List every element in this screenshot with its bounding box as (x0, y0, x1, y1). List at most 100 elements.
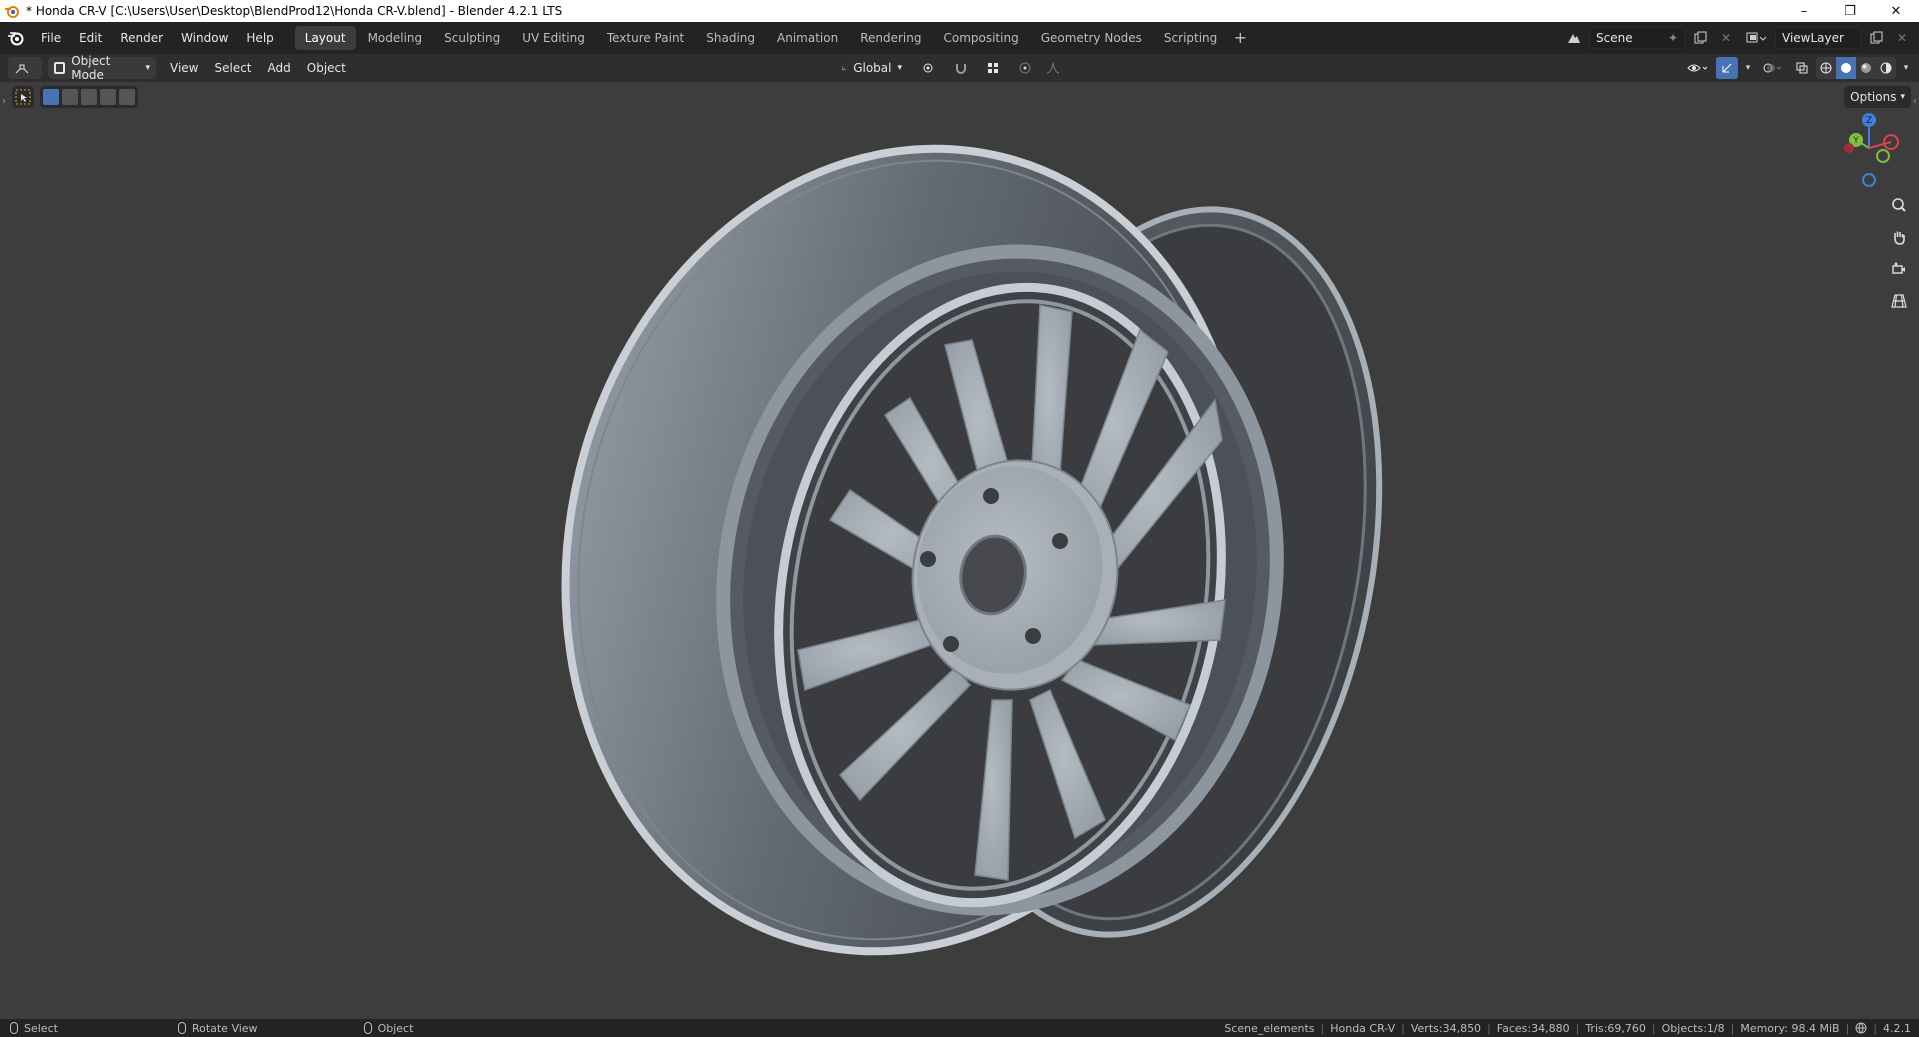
tab-texture-paint[interactable]: Texture Paint (597, 26, 694, 50)
perspective-toggle-icon[interactable] (1886, 288, 1912, 314)
neg-y-axis-handle[interactable] (1876, 149, 1890, 163)
tab-uv-editing[interactable]: UV Editing (512, 26, 595, 50)
new-view-layer-icon[interactable] (1865, 27, 1887, 49)
chevron-down-icon[interactable]: ▾ (1899, 57, 1913, 79)
wheel-rim-model[interactable] (0, 82, 1919, 1019)
snap-toggle-icon[interactable] (950, 57, 972, 79)
new-scene-icon[interactable] (1689, 27, 1711, 49)
chevron-down-icon: ▾ (897, 63, 902, 73)
transform-orientation-dropdown[interactable]: Global ▾ (836, 57, 908, 79)
stat-version: 4.2.1 (1883, 1021, 1911, 1035)
viewport-menu-add[interactable]: Add (260, 57, 299, 79)
rendered-shading-icon[interactable] (1876, 57, 1896, 79)
menu-help[interactable]: Help (237, 25, 282, 51)
proportional-falloff-icon[interactable] (1042, 57, 1064, 79)
stat-object: Honda CR-V (1330, 1021, 1396, 1035)
workspace-tabs: Layout Modeling Sculpting UV Editing Tex… (294, 26, 1252, 50)
tab-geometry-nodes[interactable]: Geometry Nodes (1031, 26, 1152, 50)
select-tool-button[interactable] (12, 86, 34, 108)
scene-selector-icon[interactable] (1563, 27, 1585, 49)
tab-modeling[interactable]: Modeling (358, 26, 433, 50)
stat-objects: Objects:1/8 (1661, 1021, 1725, 1035)
view-layer-selector-icon[interactable] (1741, 27, 1771, 49)
tab-rendering[interactable]: Rendering (850, 26, 931, 50)
hint-rotate-view-label: Rotate View (191, 1021, 258, 1035)
stat-tris: Tris:69,760 (1585, 1021, 1646, 1035)
pan-hand-icon[interactable] (1886, 224, 1912, 250)
solid-shading-icon[interactable] (1836, 57, 1856, 79)
chevron-down-icon[interactable]: ▾ (1741, 57, 1755, 79)
proportional-editing-icon[interactable] (1014, 57, 1036, 79)
scene-controls: Scene ✦ ✕ ViewLayer ✕ (1563, 22, 1919, 54)
close-button[interactable]: ✕ (1873, 0, 1919, 22)
editor-type-dropdown[interactable] (8, 57, 42, 79)
3d-viewport[interactable]: › ‹ Options ▾ Z Y (0, 82, 1919, 1019)
viewport-menu-select[interactable]: Select (206, 57, 259, 79)
options-dropdown[interactable]: Options ▾ (1844, 86, 1911, 108)
menu-file[interactable]: File (32, 25, 70, 51)
intersect-selection-icon[interactable] (119, 89, 135, 105)
menu-edit[interactable]: Edit (70, 25, 111, 51)
stat-verts: Verts:34,850 (1410, 1021, 1482, 1035)
neg-x-axis-handle[interactable] (1844, 143, 1854, 153)
navigation-gizmo[interactable]: Z Y (1829, 108, 1909, 188)
mouse-middle-icon (177, 1022, 186, 1034)
orientation-icon (842, 66, 847, 71)
tab-sculpting[interactable]: Sculpting (434, 26, 510, 50)
stat-collection: Scene_elements (1224, 1021, 1315, 1035)
subtract-selection-icon[interactable] (81, 89, 97, 105)
view-layer-name-field[interactable]: ViewLayer (1775, 27, 1861, 49)
minimize-button[interactable]: – (1781, 0, 1827, 22)
scene-name: Scene (1596, 31, 1633, 45)
toolbar-expand-icon[interactable]: › (2, 96, 6, 107)
add-workspace-button[interactable]: + (1229, 27, 1251, 49)
snap-target-icon[interactable] (978, 57, 1008, 79)
set-selection-icon[interactable] (43, 89, 59, 105)
tab-shading[interactable]: Shading (696, 26, 765, 50)
material-preview-shading-icon[interactable] (1856, 57, 1876, 79)
viewport-header: Object Mode ▾ View Select Add Object Glo… (0, 54, 1919, 82)
object-mode-icon (54, 62, 66, 74)
top-bar: File Edit Render Window Help Layout Mode… (0, 22, 1919, 54)
wireframe-shading-icon[interactable] (1816, 57, 1836, 79)
extend-selection-icon[interactable] (62, 89, 78, 105)
scene-statistics: Scene_elements | Honda CR-V | Verts:34,8… (1224, 1021, 1911, 1035)
menu-render[interactable]: Render (111, 25, 172, 51)
xray-toggle-icon[interactable] (1791, 57, 1813, 79)
hint-object: Object (363, 1022, 413, 1035)
tab-scripting[interactable]: Scripting (1154, 26, 1227, 50)
status-bar: Select Rotate View Object Scene_elements… (0, 1019, 1919, 1037)
blender-app-icon (5, 6, 19, 18)
visibility-selectability-icon[interactable] (1683, 57, 1713, 79)
maximize-button[interactable]: ❐ (1827, 0, 1873, 22)
blender-logo-icon[interactable] (0, 25, 32, 51)
scene-name-field[interactable]: Scene ✦ (1589, 27, 1685, 49)
transform-controls: Global ▾ (836, 57, 1064, 79)
remove-scene-icon[interactable]: ✕ (1715, 27, 1737, 49)
viewport-menu-object[interactable]: Object (299, 57, 354, 79)
pin-icon[interactable]: ✦ (1668, 31, 1678, 45)
orientation-label: Global (853, 61, 892, 75)
remove-view-layer-icon[interactable]: ✕ (1891, 27, 1913, 49)
invert-selection-icon[interactable] (100, 89, 116, 105)
pivot-point-icon[interactable] (914, 57, 944, 79)
hint-select-label: Select (24, 1021, 58, 1035)
neg-z-axis-handle[interactable] (1862, 173, 1876, 187)
overlays-toggle-icon[interactable] (1758, 57, 1788, 79)
zoom-icon[interactable] (1886, 192, 1912, 218)
tab-compositing[interactable]: Compositing (933, 26, 1028, 50)
gizmo-toggle-icon[interactable] (1716, 57, 1738, 79)
sidebar-expand-icon[interactable]: ‹ (1913, 96, 1917, 107)
tab-layout[interactable]: Layout (294, 26, 356, 50)
shading-mode-group (1816, 57, 1896, 79)
options-label: Options (1850, 90, 1897, 104)
window-title-bar: * Honda CR-V [C:\Users\User\Desktop\Blen… (0, 0, 1919, 22)
menu-window[interactable]: Window (172, 25, 237, 51)
globe-icon (1855, 1022, 1867, 1034)
stat-faces: Faces:34,880 (1496, 1021, 1570, 1035)
editor-type-icon (15, 64, 29, 74)
camera-view-icon[interactable] (1886, 256, 1912, 282)
mode-dropdown[interactable]: Object Mode ▾ (48, 54, 156, 82)
tab-animation[interactable]: Animation (767, 26, 848, 50)
viewport-menu-view[interactable]: View (162, 57, 206, 79)
